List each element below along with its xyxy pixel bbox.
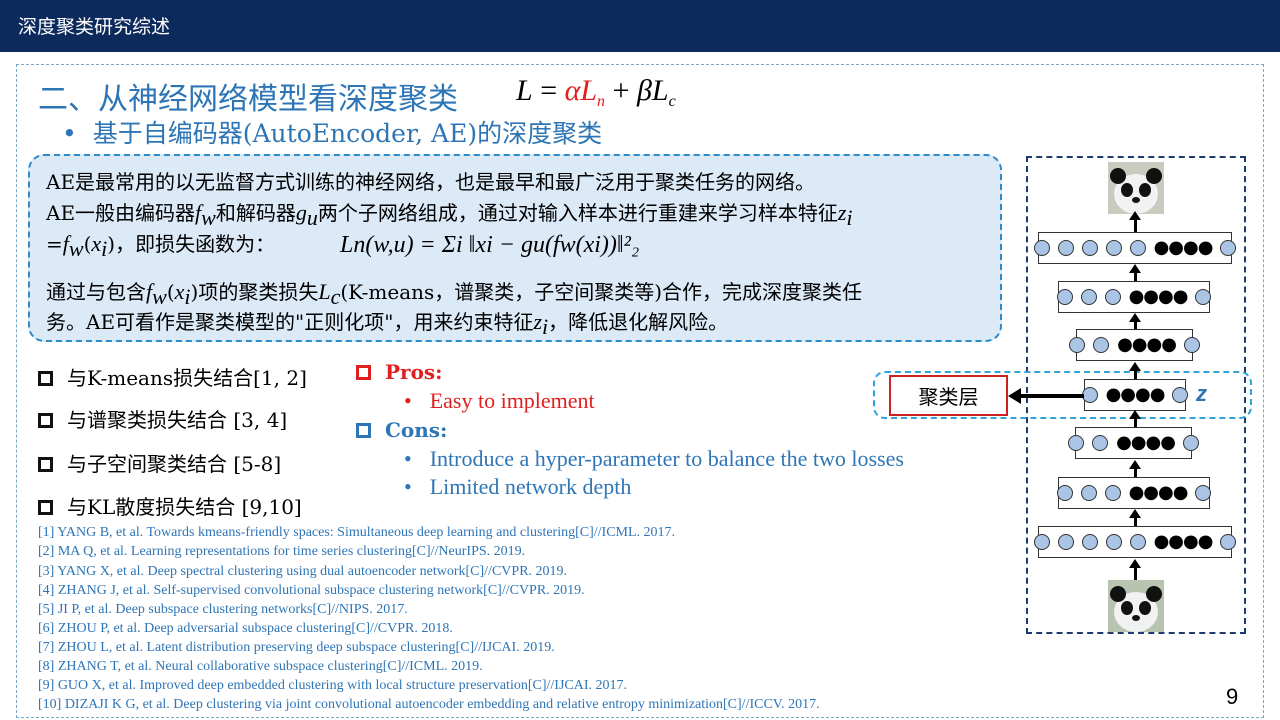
latent-layer: ●●●● — [1081, 379, 1189, 411]
loss-sum-formula: L = αLn + βLc — [516, 74, 676, 110]
arrow-left-icon — [1020, 394, 1084, 398]
bullet: • — [62, 119, 77, 148]
square-bullet-icon — [356, 423, 371, 438]
reference-item: [8] ZHANG T, et al. Neural collaborative… — [38, 659, 483, 674]
encoder-layer-3: ●●●● — [1068, 427, 1199, 459]
decoder-layer-2: ●●●● — [1056, 281, 1212, 313]
square-bullet-icon — [38, 371, 53, 386]
header-title: 深度聚类研究综述 — [18, 16, 171, 38]
arrowhead-left-icon — [1008, 388, 1021, 404]
latent-z-label: z — [1196, 381, 1207, 406]
slide-subheading: • 基于自编码器(AutoEncoder, AE)的深度聚类 — [62, 119, 603, 148]
cons-item: • Introduce a hyper-parameter to balance … — [404, 446, 904, 471]
reference-item: [9] GUO X, et al. Improved deep embedded… — [38, 678, 627, 693]
square-bullet-icon — [38, 457, 53, 472]
list-item: 与K-means损失结合[1, 2] — [38, 362, 307, 391]
reference-item: [10] DIZAJI K G, et al. Deep clustering … — [38, 697, 820, 712]
list-item: 与谱聚类损失结合 [3, 4] — [38, 404, 287, 433]
cons-item: • Limited network depth — [404, 474, 632, 499]
panda-output-image — [1108, 162, 1164, 214]
header-bar: 深度聚类研究综述 — [0, 0, 1280, 52]
list-item: 与子空间聚类结合 [5-8] — [38, 448, 281, 477]
reference-item: [4] ZHANG J, et al. Self-supervised conv… — [38, 583, 585, 598]
square-bullet-icon — [38, 413, 53, 428]
square-bullet-icon — [356, 365, 371, 380]
reference-item: [5] JI P, et al. Deep subspace clusterin… — [38, 602, 408, 617]
slide-heading: 二、从神经网络模型看深度聚类 — [38, 82, 458, 117]
pros-heading: Pros: — [356, 360, 443, 384]
page-number: 9 — [1226, 684, 1239, 709]
list-item: 与KL散度损失结合 [9,10] — [38, 491, 302, 520]
panda-input-image — [1108, 580, 1164, 632]
cons-heading: Cons: — [356, 418, 447, 442]
reference-item: [2] MA Q, et al. Learning representation… — [38, 544, 526, 559]
encoder-layer-1: ●●●● — [1033, 526, 1237, 558]
description-line-1: AE是最常用的以无监督方式训练的神经网络，也是最早和最广泛用于聚类任务的网络。 — [46, 170, 816, 194]
reference-item: [1] YANG B, et al. Towards kmeans-friend… — [38, 525, 676, 540]
pros-item: • Easy to implement — [404, 388, 595, 413]
square-bullet-icon — [38, 500, 53, 515]
decoder-layer-3: ●●●● — [1033, 232, 1237, 264]
reference-item: [3] YANG X, et al. Deep spectral cluster… — [38, 564, 568, 579]
description-line-5: 务。AE可看作是聚类模型的"正则化项"，用来约束特征zi，降低退化解风险。 — [46, 309, 729, 339]
cluster-layer-box: 聚类层 — [889, 375, 1008, 416]
reference-item: [6] ZHOU P, et al. Deep adversarial subs… — [38, 621, 453, 636]
description-line-3: =fw(xi)，即损失函数为： — [46, 231, 276, 261]
decoder-layer-1: ●●●● — [1069, 329, 1200, 361]
encoder-layer-2: ●●●● — [1056, 477, 1212, 509]
reference-item: [7] ZHOU L, et al. Latent distribution p… — [38, 640, 555, 655]
reconstruction-loss-formula: Ln(w,u) = Σi ‖xi − gu(fw(xi))‖²₂ — [340, 232, 640, 258]
